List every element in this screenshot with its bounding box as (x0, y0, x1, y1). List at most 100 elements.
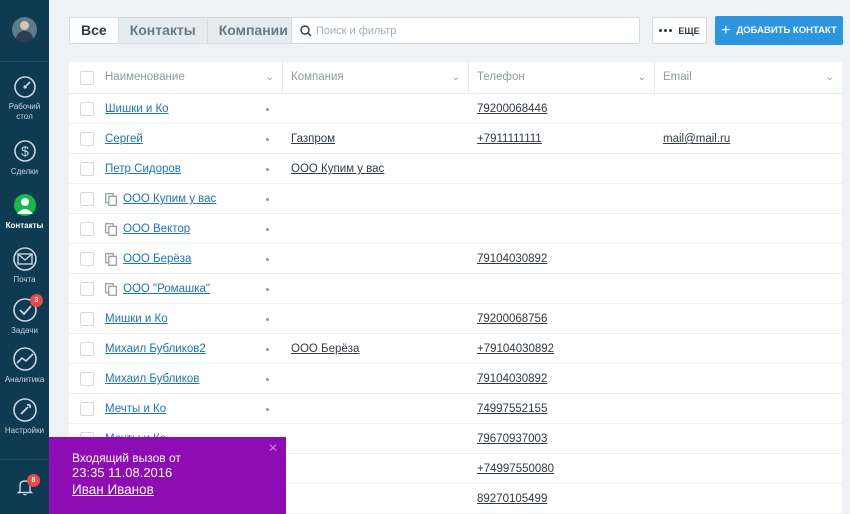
row-status-dot (266, 198, 269, 201)
sidebar-item-contacts[interactable]: Контакты (0, 192, 49, 231)
column-header-name[interactable]: Наименование ⌄ (69, 62, 283, 94)
phone-link[interactable]: +79104030892 (477, 334, 554, 364)
search-box (291, 17, 640, 44)
add-contact-button[interactable]: + ДОБАВИТЬ КОНТАКТ (715, 16, 843, 45)
sidebar-item-deals[interactable]: $ Сделки (0, 138, 49, 177)
table-row[interactable]: ООО Купим у вас (69, 184, 842, 214)
tab-all[interactable]: Все (70, 18, 119, 43)
tasks-badge: 3 (30, 294, 43, 307)
tab-companies[interactable]: Компании (208, 18, 299, 43)
sidebar-item-label: стол (16, 112, 33, 121)
phone-link[interactable]: +74997550080 (477, 454, 554, 484)
more-button-label: ЕЩЕ (678, 25, 700, 36)
table-row[interactable]: Михаил Бубликов2 ООО Берёза +79104030892 (69, 334, 842, 364)
table-row[interactable]: Мишки и Ко 79200068756 (69, 304, 842, 334)
row-checkbox[interactable] (80, 312, 94, 326)
row-status-dot (266, 348, 269, 351)
dollar-icon: $ (13, 140, 36, 162)
close-icon[interactable]: ✕ (268, 441, 278, 455)
row-status-dot (266, 138, 269, 141)
contact-name-link[interactable]: Михаил Бубликов2 (105, 334, 206, 364)
sidebar-item-label: Сделки (10, 167, 39, 176)
company-link[interactable]: Газпром (291, 124, 335, 154)
contact-name-link[interactable]: Сергей (105, 124, 143, 154)
more-dots-icon (659, 29, 673, 32)
phone-link[interactable]: 79200068756 (477, 304, 547, 334)
svg-text:$: $ (21, 143, 29, 159)
sidebar-divider (0, 61, 49, 62)
dashboard-icon (13, 76, 36, 98)
company-icon (105, 223, 117, 236)
phone-link[interactable]: 89270105499 (477, 484, 547, 514)
table-row[interactable]: Петр Сидоров ООО Купим у вас (69, 154, 842, 184)
row-checkbox[interactable] (80, 162, 94, 176)
sidebar-item-mail[interactable]: Почта (0, 246, 49, 285)
row-checkbox[interactable] (80, 372, 94, 386)
table-row[interactable]: ООО Вектор (69, 214, 842, 244)
row-checkbox[interactable] (80, 132, 94, 146)
sidebar: Рабочий стол $ Сделки Контакты Почта Зад… (0, 0, 49, 514)
company-link[interactable]: ООО Берёза (291, 334, 359, 364)
table-row[interactable]: ООО Берёза 79104030892 (69, 244, 842, 274)
chevron-down-icon[interactable]: ⌄ (266, 62, 274, 93)
row-checkbox[interactable] (80, 102, 94, 116)
notifications-button[interactable] (0, 478, 49, 499)
contact-name-link[interactable]: Мечты и Ко (105, 394, 166, 424)
more-button[interactable]: ЕЩЕ (652, 17, 707, 44)
settings-icon (12, 398, 37, 422)
sidebar-item-settings[interactable]: Настройки (0, 397, 49, 436)
contact-name-link[interactable]: ООО "Ромашка" (123, 274, 210, 304)
phone-link[interactable]: 79104030892 (477, 244, 547, 274)
call-title: Входящий вызов от (72, 451, 181, 465)
sidebar-item-label: Задачи (11, 326, 38, 335)
sidebar-item-label: Настройки (4, 426, 45, 435)
select-all-checkbox[interactable] (80, 71, 94, 85)
contact-name-link[interactable]: ООО Берёза (123, 244, 191, 274)
sidebar-item-dashboard[interactable]: Рабочий стол (0, 75, 49, 122)
table-row[interactable]: Мечты и Ко 74997552155 (69, 394, 842, 424)
phone-link[interactable]: 79104030892 (477, 364, 547, 394)
column-header-email[interactable]: Email ⌄ (655, 62, 842, 94)
column-header-phone[interactable]: Телефон ⌄ (469, 62, 655, 94)
contact-name-link[interactable]: Петр Сидоров (105, 154, 181, 184)
row-checkbox[interactable] (80, 342, 94, 356)
contact-name-link[interactable]: Михаил Бубликов (105, 364, 199, 394)
table-row[interactable]: Сергей Газпром +7911111111 mail@mail.ru (69, 124, 842, 154)
column-header-company[interactable]: Компания ⌄ (283, 62, 469, 94)
row-checkbox[interactable] (80, 402, 94, 416)
search-input[interactable] (316, 18, 636, 43)
phone-link[interactable]: 74997552155 (477, 394, 547, 424)
contact-name-link[interactable]: ООО Вектор (123, 214, 190, 244)
app-window: Рабочий стол $ Сделки Контакты Почта Зад… (0, 0, 850, 514)
email-link[interactable]: mail@mail.ru (663, 124, 730, 154)
row-checkbox[interactable] (80, 222, 94, 236)
sidebar-item-label: Рабочий (8, 102, 41, 111)
incoming-call-notification[interactable]: ✕ Входящий вызов от 23:35 11.08.2016 Ива… (49, 437, 286, 514)
phone-link[interactable]: +7911111111 (477, 124, 542, 154)
search-icon (300, 25, 312, 37)
sidebar-item-analytics[interactable]: Аналитика (0, 346, 49, 385)
chevron-down-icon[interactable]: ⌄ (638, 62, 646, 93)
row-checkbox[interactable] (80, 252, 94, 266)
tab-contacts[interactable]: Контакты (119, 18, 208, 43)
avatar[interactable] (12, 17, 37, 42)
sidebar-item-label: Контакты (5, 221, 44, 230)
phone-link[interactable]: 79670937003 (477, 424, 547, 454)
table-row[interactable]: Шишки и Ко 79200068446 (69, 94, 842, 124)
table-row[interactable]: ООО "Ромашка" (69, 274, 842, 304)
company-link[interactable]: ООО Купим у вас (291, 154, 384, 184)
table-row[interactable]: Михаил Бубликов 79104030892 (69, 364, 842, 394)
contact-name-link[interactable]: Мишки и Ко (105, 304, 168, 334)
contact-name-link[interactable]: ООО Купим у вас (123, 184, 216, 214)
chevron-down-icon[interactable]: ⌄ (452, 62, 460, 93)
row-checkbox[interactable] (80, 282, 94, 296)
row-checkbox[interactable] (80, 192, 94, 206)
column-label: Наименование (105, 71, 185, 83)
row-status-dot (266, 288, 269, 291)
phone-link[interactable]: 79200068446 (477, 94, 547, 124)
call-datetime: 23:35 11.08.2016 (72, 465, 173, 480)
contact-name-link[interactable]: Шишки и Ко (105, 94, 169, 124)
contacts-icon (13, 194, 36, 216)
chevron-down-icon[interactable]: ⌄ (826, 62, 834, 93)
caller-name-link[interactable]: Иван Иванов (72, 481, 286, 498)
